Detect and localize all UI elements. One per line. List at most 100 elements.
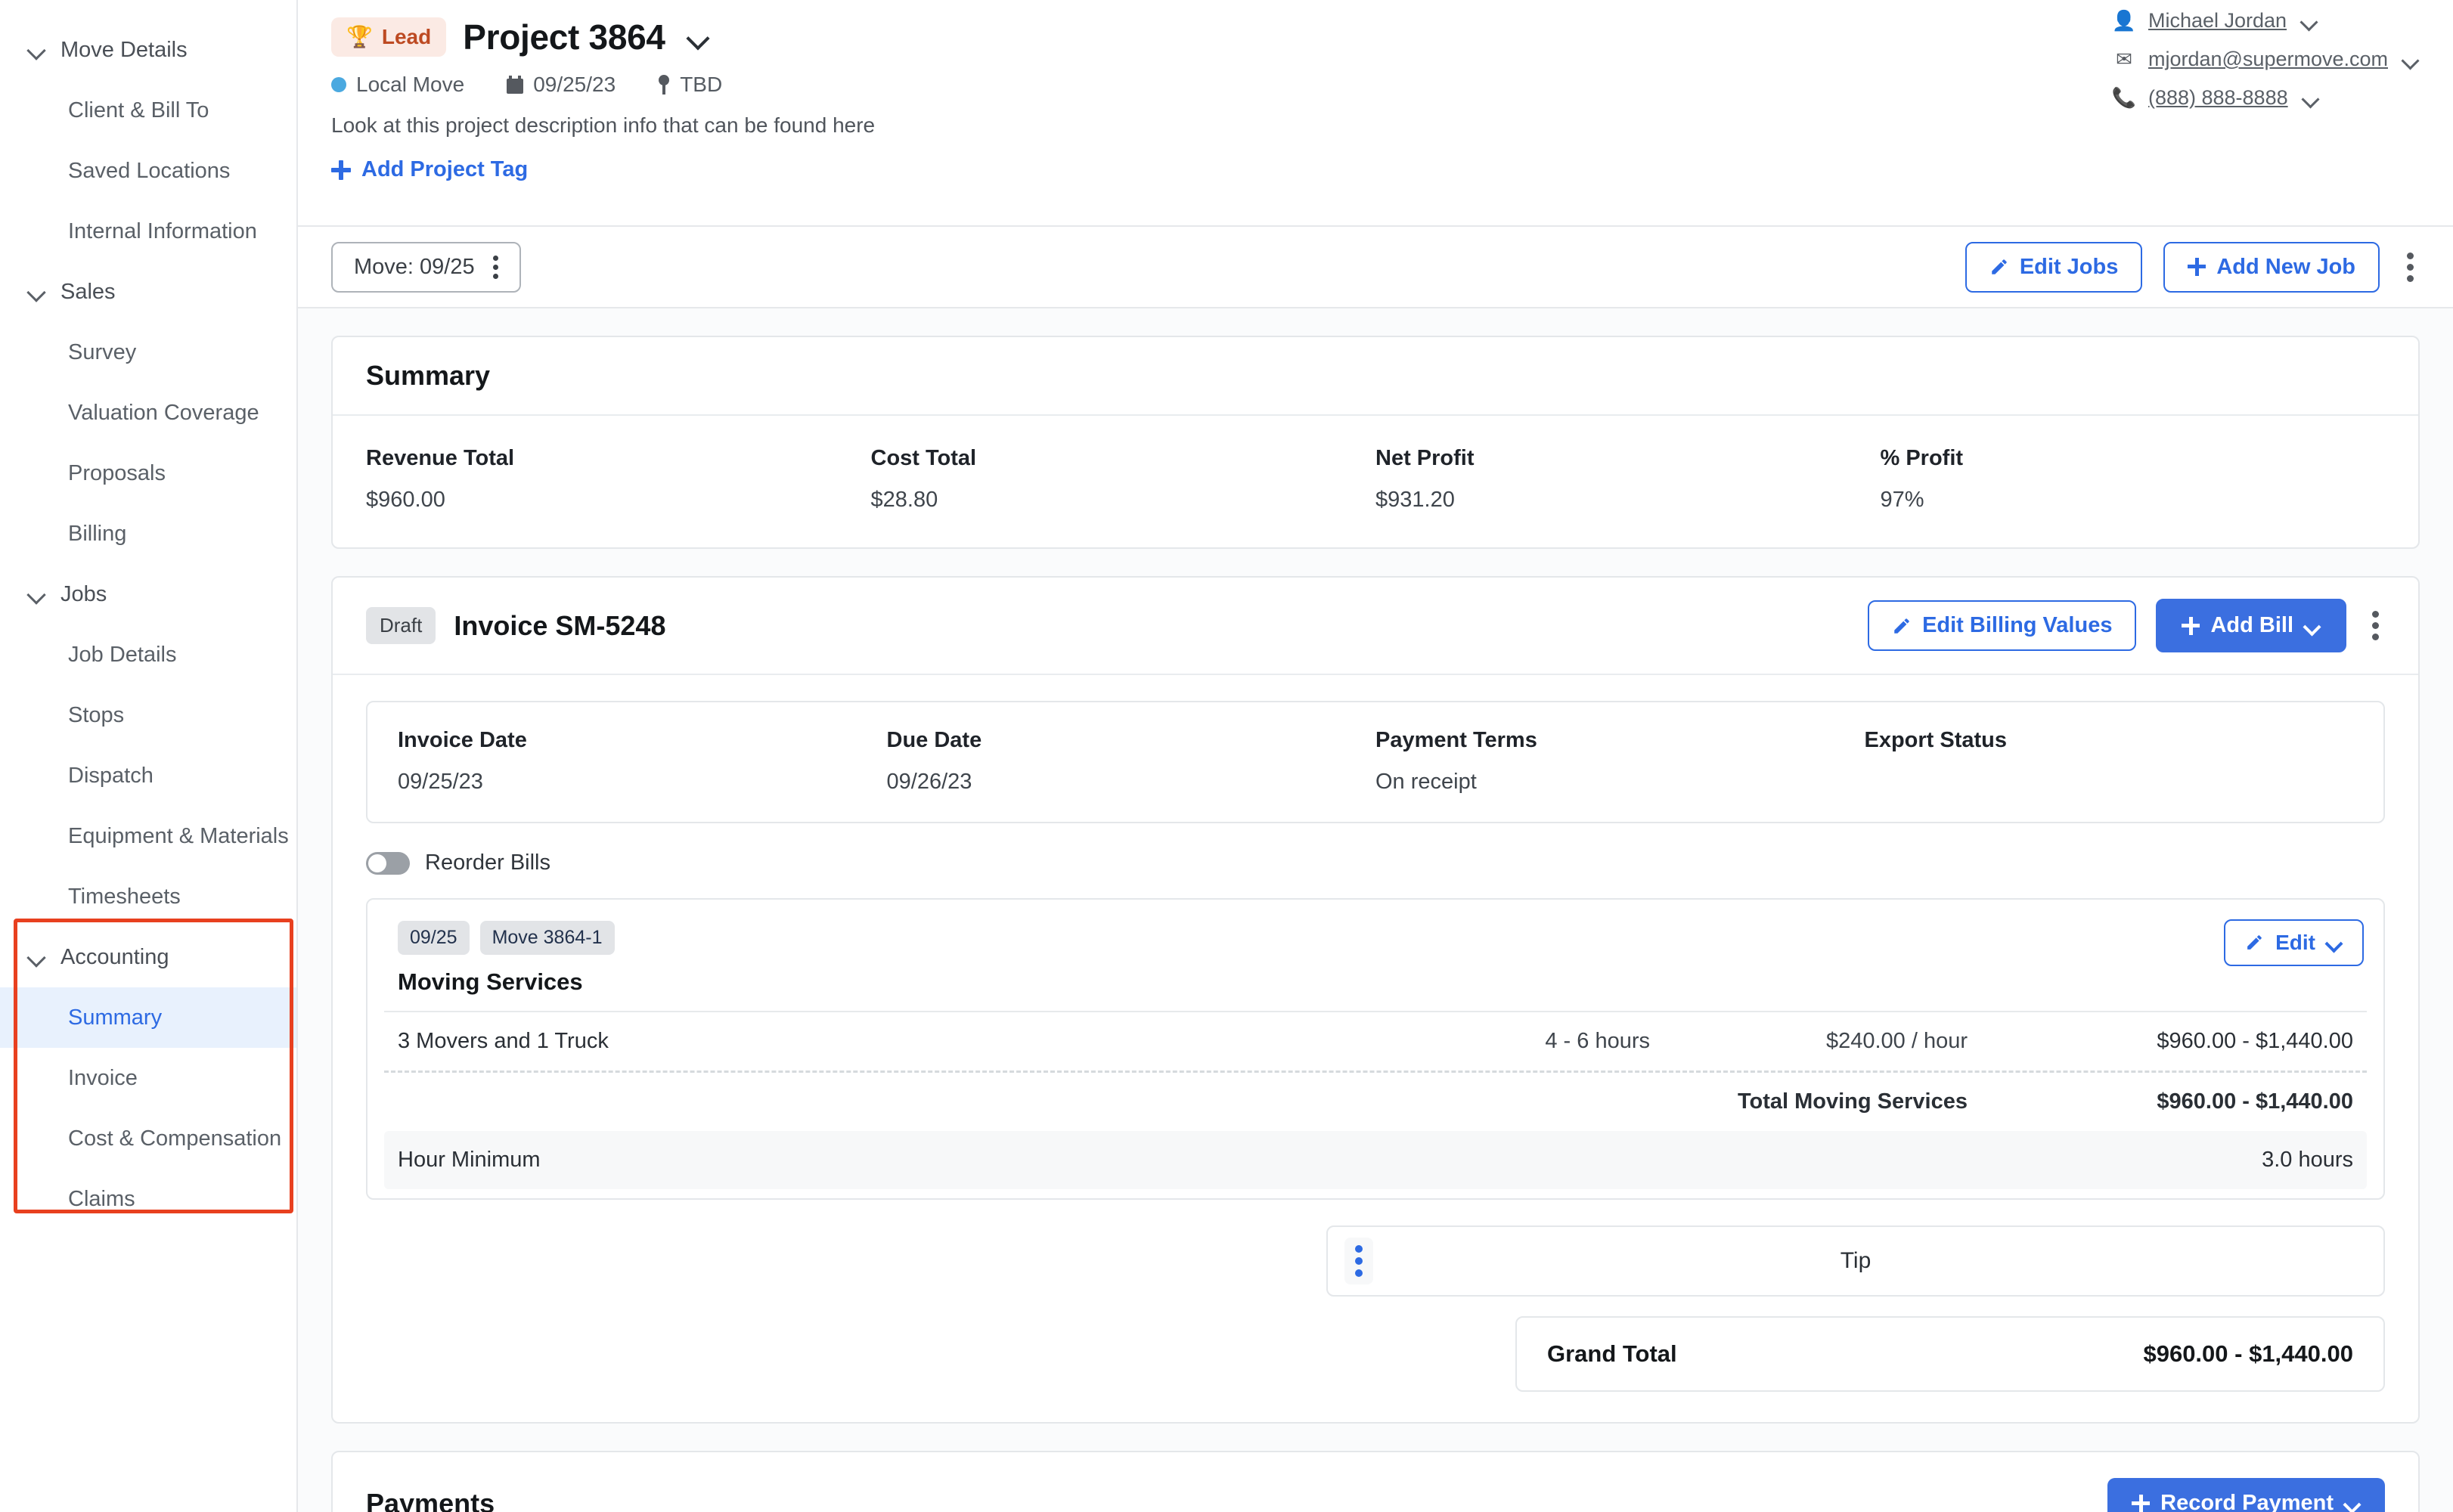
- move-tab[interactable]: Move: 09/25: [331, 241, 521, 293]
- due-date-col: Due Date 09/26/23: [887, 728, 1376, 795]
- sidebar-item-invoice[interactable]: Invoice: [0, 1048, 296, 1108]
- contact-email-row[interactable]: ✉ mjordan@supermove.com: [2113, 48, 2420, 71]
- line-item-rate: $240.00 / hour: [1825, 1029, 1968, 1053]
- metric-label: Net Profit: [1375, 446, 1475, 470]
- sidebar-group-sales[interactable]: Sales: [0, 262, 296, 322]
- contact-name-row[interactable]: 👤 Michael Jordan: [2111, 9, 2318, 33]
- invoice-actions: Edit Billing Values Add Bill: [1868, 599, 2385, 652]
- project-description: Look at this project description info th…: [331, 113, 876, 137]
- sidebar-item-summary[interactable]: Summary: [0, 987, 296, 1048]
- sidebar-item-survey[interactable]: Survey: [0, 322, 296, 383]
- plus-icon: [2188, 258, 2206, 276]
- meta-date-label: 09/25/23: [533, 73, 616, 96]
- pencil-icon: [2245, 933, 2265, 953]
- add-bill-button[interactable]: Add Bill: [2156, 599, 2346, 652]
- person-icon: 👤: [2111, 9, 2137, 32]
- sidebar-item-valuation-coverage[interactable]: Valuation Coverage: [0, 383, 296, 443]
- sidebar-item-claims[interactable]: Claims: [0, 1169, 296, 1229]
- contact-phone-row[interactable]: 📞 (888) 888-8888: [2112, 86, 2320, 110]
- main-panel: 🏆 Lead Project 3864 Local Move 09/25/23: [298, 0, 2453, 1512]
- chevron-down-icon[interactable]: [2402, 51, 2420, 69]
- add-project-tag-button[interactable]: Add Project Tag: [331, 157, 528, 182]
- contact-phone[interactable]: (888) 888-8888: [2148, 86, 2288, 110]
- edit-bill-label: Edit: [2275, 931, 2315, 954]
- edit-billing-values-button[interactable]: Edit Billing Values: [1868, 600, 2137, 651]
- status-badge: 🏆 Lead: [331, 17, 447, 57]
- app-root: Move Details Client & Bill To Saved Loca…: [0, 0, 2453, 1512]
- reorder-bills-toggle[interactable]: [366, 851, 410, 875]
- payments-title: Payments: [366, 1487, 495, 1512]
- payment-terms-col: Payment Terms On receipt: [1375, 728, 1865, 795]
- line-item-description: 3 Movers and 1 Truck: [398, 1029, 609, 1053]
- metric-value: $960.00: [366, 488, 445, 512]
- bill-minimum-value: 3.0 hours: [2262, 1148, 2353, 1172]
- sidebar-item-label: Dispatch: [68, 763, 154, 788]
- project-header: 🏆 Lead Project 3864 Local Move 09/25/23: [298, 0, 2453, 227]
- chevron-down-icon: [27, 947, 47, 967]
- summary-card-header: Summary: [333, 337, 2418, 416]
- sidebar-item-label: Billing: [68, 521, 127, 546]
- sidebar-item-proposals[interactable]: Proposals: [0, 443, 296, 503]
- sidebar-group-move-details[interactable]: Move Details: [0, 20, 296, 80]
- sidebar-item-label: Equipment & Materials: [68, 823, 289, 848]
- pencil-icon: [1892, 616, 1912, 636]
- sidebar-group-label: Accounting: [60, 944, 169, 969]
- status-badge-label: Lead: [381, 25, 432, 48]
- chevron-down-icon: [27, 282, 47, 302]
- sidebar-item-billing[interactable]: Billing: [0, 503, 296, 564]
- move-tab-kebab-icon[interactable]: [492, 255, 498, 279]
- edit-jobs-label: Edit Jobs: [2019, 254, 2119, 279]
- chevron-down-icon[interactable]: [687, 26, 709, 48]
- meta-date: 09/25/23: [507, 73, 616, 97]
- invoice-date-col: Invoice Date 09/25/23: [398, 728, 887, 795]
- invoice-details: Invoice Date 09/25/23 Due Date 09/26/23 …: [366, 701, 2385, 823]
- invoice-title-group: Draft Invoice SM-5248: [366, 607, 665, 644]
- add-new-job-button[interactable]: Add New Job: [2163, 241, 2380, 293]
- contact-email[interactable]: mjordan@supermove.com: [2148, 48, 2388, 71]
- plus-icon: [2182, 616, 2200, 635]
- contact-name[interactable]: Michael Jordan: [2148, 9, 2287, 33]
- job-more-options-icon[interactable]: [2401, 246, 2420, 288]
- metric-value: $28.80: [870, 488, 938, 512]
- edit-jobs-button[interactable]: Edit Jobs: [1965, 241, 2143, 293]
- sidebar-item-internal-information[interactable]: Internal Information: [0, 201, 296, 262]
- sidebar: Move Details Client & Bill To Saved Loca…: [0, 0, 298, 1512]
- sidebar-item-stops[interactable]: Stops: [0, 685, 296, 745]
- invoice-card-header: Draft Invoice SM-5248 Edit Billing Value…: [333, 578, 2418, 675]
- project-title-row: 🏆 Lead Project 3864: [331, 17, 2420, 57]
- bill-minimum-row: Hour Minimum 3.0 hours: [384, 1131, 2367, 1189]
- envelope-icon: ✉: [2116, 48, 2132, 70]
- metric-label: Revenue Total: [366, 446, 515, 470]
- sidebar-item-dispatch[interactable]: Dispatch: [0, 745, 296, 806]
- sidebar-item-timesheets[interactable]: Timesheets: [0, 866, 296, 927]
- sidebar-item-client-bill-to[interactable]: Client & Bill To: [0, 80, 296, 141]
- sidebar-item-label: Claims: [68, 1186, 135, 1211]
- record-payment-button[interactable]: Record Payment: [2107, 1478, 2385, 1512]
- metric-percent-profit: % Profit 97%: [1881, 446, 2386, 513]
- chevron-down-icon: [2326, 934, 2343, 951]
- sidebar-item-label: Cost & Compensation: [68, 1126, 282, 1151]
- metric-label: Cost Total: [870, 446, 977, 470]
- invoice-status-badge: Draft: [366, 607, 436, 644]
- edit-bill-button[interactable]: Edit: [2224, 919, 2364, 966]
- invoice-more-options-icon[interactable]: [2366, 605, 2385, 646]
- field-value: 09/26/23: [886, 770, 972, 794]
- sidebar-item-equipment-materials[interactable]: Equipment & Materials: [0, 806, 296, 866]
- sidebar-group-label: Jobs: [60, 581, 107, 606]
- map-pin-icon: [658, 75, 670, 94]
- line-item-total: $960.00 - $1,440.00: [2157, 1029, 2353, 1053]
- chevron-down-icon: [2304, 618, 2321, 634]
- sidebar-item-cost-compensation[interactable]: Cost & Compensation: [0, 1108, 296, 1169]
- chevron-down-icon[interactable]: [2300, 12, 2318, 30]
- field-value: On receipt: [1375, 770, 1477, 794]
- chevron-down-icon[interactable]: [2302, 89, 2320, 107]
- sidebar-group-accounting[interactable]: Accounting: [0, 927, 296, 987]
- bill-tags: 09/25 Move 3864-1: [384, 921, 2367, 955]
- sidebar-item-saved-locations[interactable]: Saved Locations: [0, 141, 296, 201]
- sidebar-item-job-details[interactable]: Job Details: [0, 624, 296, 685]
- sidebar-group-jobs[interactable]: Jobs: [0, 564, 296, 624]
- contact-info: 👤 Michael Jordan ✉ mjordan@supermove.com…: [2111, 9, 2420, 110]
- sidebar-item-label: Client & Bill To: [68, 98, 209, 122]
- bill-edit-wrap: Edit: [2224, 919, 2364, 966]
- meta-location-label: TBD: [680, 73, 723, 96]
